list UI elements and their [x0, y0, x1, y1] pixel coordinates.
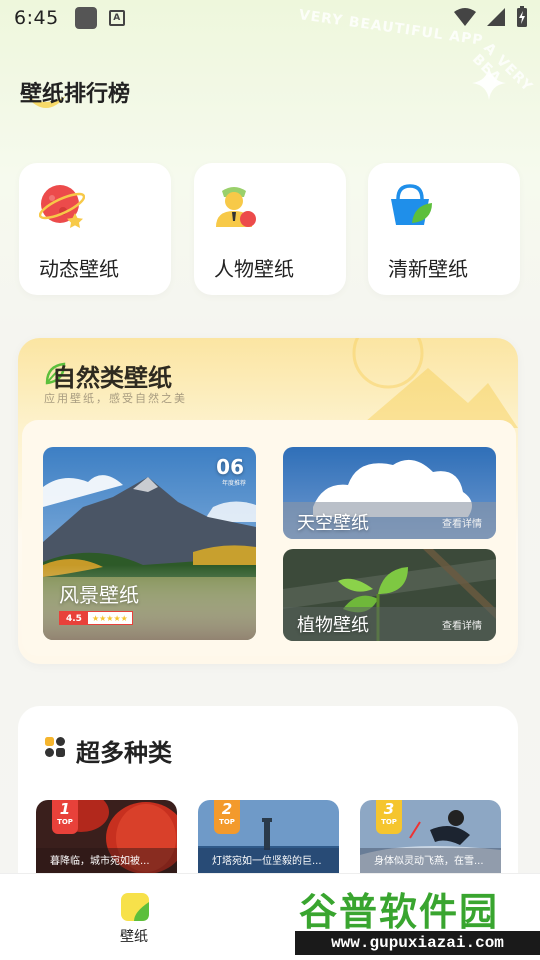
category-label: 人物壁纸 [214, 257, 294, 281]
wifi-icon [454, 8, 476, 26]
rating-value: 4.5 [60, 612, 88, 624]
rank-badge: 2 TOP [214, 800, 240, 834]
status-icons [454, 6, 528, 28]
sky-label: 天空壁纸 [297, 513, 369, 534]
rating-badge: 4.5 ★★★★★ [59, 611, 133, 625]
sparkle-icon [472, 66, 506, 100]
landscape-number-caption: 年度推荐 [221, 480, 246, 487]
nature-subtitle: 应用壁纸，感受自然之美 [44, 392, 187, 405]
category-card-dynamic[interactable]: 动态壁纸 [19, 163, 171, 295]
rank-number: 3 [383, 800, 395, 818]
battery-icon [517, 6, 527, 27]
mountain-deco-icon [358, 368, 518, 428]
landscape-card[interactable]: 06 年度推荐 风景壁纸 4.5 ★★★★★ [43, 447, 256, 640]
category-label: 清新壁纸 [388, 257, 468, 281]
rank-badge: 3 TOP [376, 800, 402, 834]
rank-top-label: TOP [57, 818, 73, 826]
sky-detail-link[interactable]: 查看详情 [442, 515, 482, 530]
category-card-fresh[interactable]: 清新壁纸 [368, 163, 520, 295]
watermark-logo: 谷普软件园 www.gupuxiazai.com [295, 875, 540, 957]
tab-wallpaper-label: 壁纸 [120, 929, 148, 945]
top-card-caption: 灯塔宛如一位坚毅的巨... [212, 856, 322, 867]
basket-icon [391, 184, 432, 225]
notification-icon [74, 7, 97, 29]
rank-number: 2 [221, 800, 233, 818]
watermark-text: 谷普软件园 [299, 889, 500, 934]
landscape-number: 06 [216, 455, 244, 479]
top-card-caption: 身体似灵动飞燕，在雪... [374, 856, 484, 867]
category-card-people[interactable]: 人物壁纸 [194, 163, 346, 295]
plant-label: 植物壁纸 [297, 615, 369, 636]
kinds-title: 超多种类 [76, 739, 172, 767]
signal-icon [487, 8, 505, 26]
plant-detail-link[interactable]: 查看详情 [442, 617, 482, 632]
rank-number: 1 [59, 800, 71, 818]
top-card-caption: 暮降临，城市宛如被... [50, 856, 150, 867]
rank-top-label: TOP [219, 818, 235, 826]
rank-badge: 1 TOP [52, 800, 78, 834]
category-label: 动态壁纸 [39, 257, 119, 281]
watermark-url: www.gupuxiazai.com [295, 931, 540, 955]
landscape-label: 风景壁纸 [59, 583, 139, 607]
grid-apps-icon [45, 737, 65, 757]
wallpaper-tab-icon [121, 893, 149, 921]
planet-icon [39, 185, 85, 228]
status-time: 6:45 [14, 7, 59, 29]
plant-card[interactable]: 植物壁纸 查看详情 [283, 549, 496, 641]
rating-stars: ★★★★★ [91, 614, 128, 623]
rank-top-label: TOP [381, 818, 397, 826]
sky-card[interactable]: 天空壁纸 查看详情 [283, 447, 496, 539]
font-icon: A [108, 10, 125, 26]
page-title: 壁纸排行榜 [20, 82, 131, 107]
nature-title: 自然类壁纸 [52, 364, 172, 392]
person-icon [216, 187, 256, 227]
